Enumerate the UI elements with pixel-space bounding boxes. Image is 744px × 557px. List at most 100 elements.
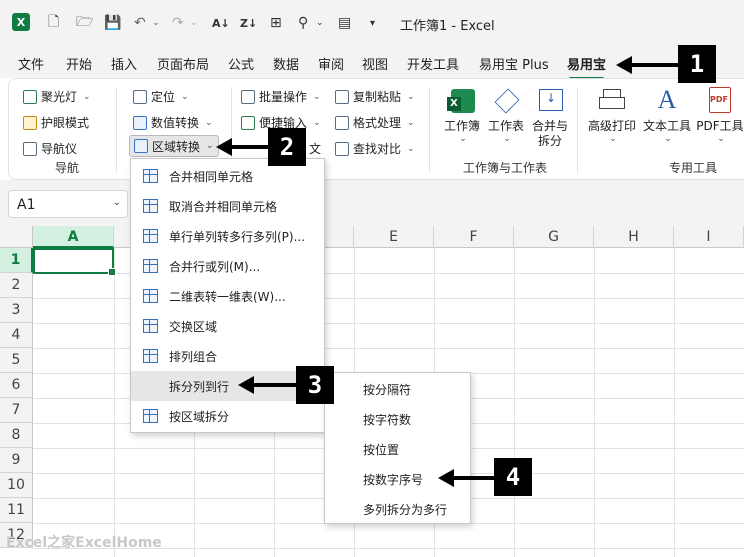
batch-operation-button[interactable]: 批量操作 ⌄ xyxy=(241,88,321,105)
tab-insert[interactable]: 插入 xyxy=(111,54,137,73)
callout-arrow xyxy=(616,56,678,74)
row-header[interactable]: 5 xyxy=(0,348,33,373)
value-convert-label: 数值转换 xyxy=(151,116,200,130)
submenu-item-by-delimiter[interactable]: 按分隔符 xyxy=(363,381,411,398)
undo-dropdown-icon[interactable]: ⌄ xyxy=(152,13,160,33)
spotlight-button[interactable]: 聚光灯 ⌄ xyxy=(23,88,91,105)
merge-split-button[interactable]: ↓ 合并与 拆分 xyxy=(525,85,575,149)
copy-paste-label: 复制粘贴 xyxy=(353,90,402,104)
unmerge-cells-icon xyxy=(143,199,158,213)
region-convert-button[interactable]: 区域转换 ⌄ xyxy=(129,135,219,157)
submenu-item-multi-col-to-rows[interactable]: 多列拆分为多行 xyxy=(363,501,447,518)
row-header[interactable]: 6 xyxy=(0,373,33,398)
menu-item-label: 排列组合 xyxy=(169,349,218,364)
tab-developer[interactable]: 开发工具 xyxy=(407,54,459,73)
menu-item-label: 二维表转一维表(W)... xyxy=(169,289,286,304)
formula-bar: A1 ⌄ xyxy=(0,180,744,226)
ribbon-tabs: 文件 开始 插入 页面布局 公式 数据 审阅 视图 开发工具 易用宝 Plus … xyxy=(0,46,744,80)
eye-care-mode-button[interactable]: 护眼模式 xyxy=(23,114,89,131)
open-folder-icon[interactable]: 🗁 xyxy=(76,13,93,33)
value-convert-button[interactable]: 数值转换 ⌄ xyxy=(133,114,213,131)
chevron-down-icon[interactable]: ⌄ xyxy=(113,197,121,208)
chevron-down-icon: ⌄ xyxy=(206,141,214,151)
customize-toolbar-icon[interactable]: ▾ xyxy=(370,13,375,33)
search-dropdown-icon[interactable]: ⌄ xyxy=(316,13,324,33)
column-header[interactable]: F xyxy=(434,226,514,248)
locate-button[interactable]: 定位 ⌄ xyxy=(133,88,189,105)
column-header[interactable]: H xyxy=(594,226,674,248)
pdf-tools-button[interactable]: PDF PDF工具 ⌄ xyxy=(695,85,744,144)
sort-descending-icon[interactable]: Z↓ xyxy=(240,13,257,33)
ribbon-panel: 聚光灯 ⌄ 护眼模式 导航仪 导航 定位 ⌄ 数值转换 ⌄ 区域转换 ⌄ 批量操作 ⌄ 便… xyxy=(8,78,744,180)
row-header[interactable]: 1 xyxy=(0,248,33,273)
advanced-print-button[interactable]: 高级打印 ⌄ xyxy=(587,85,637,144)
column-header[interactable]: A xyxy=(33,226,114,248)
redo-icon[interactable]: ↷ xyxy=(172,13,184,33)
new-file-icon[interactable]: 🗋 xyxy=(48,13,59,33)
find-compare-button[interactable]: 查找对比 ⌄ xyxy=(335,140,415,157)
pdf-icon: PDF xyxy=(705,85,735,115)
tab-view[interactable]: 视图 xyxy=(362,54,388,73)
menu-item-single-to-multi[interactable]: 单行单列转多行多列(P)... xyxy=(131,221,324,251)
row-header[interactable]: 9 xyxy=(0,448,33,473)
select-all-corner[interactable] xyxy=(0,226,33,248)
callout-number-1: 1 xyxy=(678,45,716,83)
column-header[interactable]: I xyxy=(674,226,744,248)
batch-operation-icon xyxy=(241,89,255,104)
borders-icon[interactable]: ⊞ xyxy=(270,13,282,33)
sort-ascending-icon[interactable]: A↓ xyxy=(212,13,230,33)
tab-data[interactable]: 数据 xyxy=(273,54,299,73)
workbook-button[interactable]: X 工作簿 ⌄ xyxy=(437,85,487,144)
eye-care-icon xyxy=(23,115,37,130)
submenu-item-by-position[interactable]: 按位置 xyxy=(363,441,399,458)
tab-page-layout[interactable]: 页面布局 xyxy=(157,54,209,73)
tab-easyuse-plus[interactable]: 易用宝 Plus xyxy=(479,54,549,73)
tab-home[interactable]: 开始 xyxy=(66,54,92,73)
undo-icon[interactable]: ↶ xyxy=(134,13,146,33)
submenu-item-by-number-order[interactable]: 按数字序号 xyxy=(363,471,423,488)
spotlight-icon xyxy=(23,89,37,104)
menu-item-label: 取消合并相同单元格 xyxy=(169,199,278,214)
tab-formulas[interactable]: 公式 xyxy=(228,54,254,73)
navigator-label: 导航仪 xyxy=(41,142,78,156)
tab-file[interactable]: 文件 xyxy=(18,54,44,73)
merge-split-label: 合并与 拆分 xyxy=(531,119,568,148)
row-header[interactable]: 8 xyxy=(0,423,33,448)
grid-line xyxy=(674,248,675,557)
save-icon[interactable]: 💾 xyxy=(104,13,121,33)
active-cell-a1[interactable] xyxy=(33,248,116,276)
tab-review[interactable]: 审阅 xyxy=(318,54,344,73)
menu-item-unmerge-same-cells[interactable]: 取消合并相同单元格 xyxy=(131,191,324,221)
pdf-tools-label: PDF工具 xyxy=(696,119,744,133)
printer-icon xyxy=(597,85,627,115)
navigator-button[interactable]: 导航仪 xyxy=(23,140,77,157)
row-header[interactable]: 11 xyxy=(0,498,33,523)
row-header[interactable]: 3 xyxy=(0,298,33,323)
row-header[interactable]: 2 xyxy=(0,273,33,298)
advanced-print-label: 高级打印 xyxy=(587,119,636,133)
ribbon-separator xyxy=(116,87,117,173)
menu-item-label: 交换区域 xyxy=(169,319,218,334)
redo-dropdown-icon[interactable]: ⌄ xyxy=(190,13,198,33)
column-header[interactable]: E xyxy=(354,226,434,248)
row-header[interactable]: 10 xyxy=(0,473,33,498)
search-icon[interactable]: ⚲ xyxy=(298,13,308,33)
submenu-item-by-char-count[interactable]: 按字符数 xyxy=(363,411,411,428)
name-box[interactable]: A1 ⌄ xyxy=(8,190,128,218)
workbook-label: 工作簿 xyxy=(443,119,480,133)
copy-paste-button[interactable]: 复制粘贴 ⌄ xyxy=(335,88,415,105)
menu-item-2d-to-1d[interactable]: 二维表转一维表(W)... xyxy=(131,281,324,311)
text-button[interactable]: 文 xyxy=(309,140,321,157)
menu-item-split-by-region[interactable]: 按区域拆分 xyxy=(131,401,324,431)
worksheet-button[interactable]: 工作表 ⌄ xyxy=(481,85,531,144)
row-header[interactable]: 4 xyxy=(0,323,33,348)
menu-item-swap-region[interactable]: 交换区域 xyxy=(131,311,324,341)
format-process-button[interactable]: 格式处理 ⌄ xyxy=(335,114,415,131)
menu-item-merge-rows-cols[interactable]: 合并行或列(M)... xyxy=(131,251,324,281)
special-group-label: 专用工具 xyxy=(669,161,718,175)
text-tools-button[interactable]: A 文本工具 ⌄ xyxy=(642,85,692,144)
form-icon[interactable]: ▤ xyxy=(338,13,351,33)
row-header[interactable]: 7 xyxy=(0,398,33,423)
tab-easyuse[interactable]: 易用宝 xyxy=(567,54,606,80)
column-header[interactable]: G xyxy=(514,226,594,248)
